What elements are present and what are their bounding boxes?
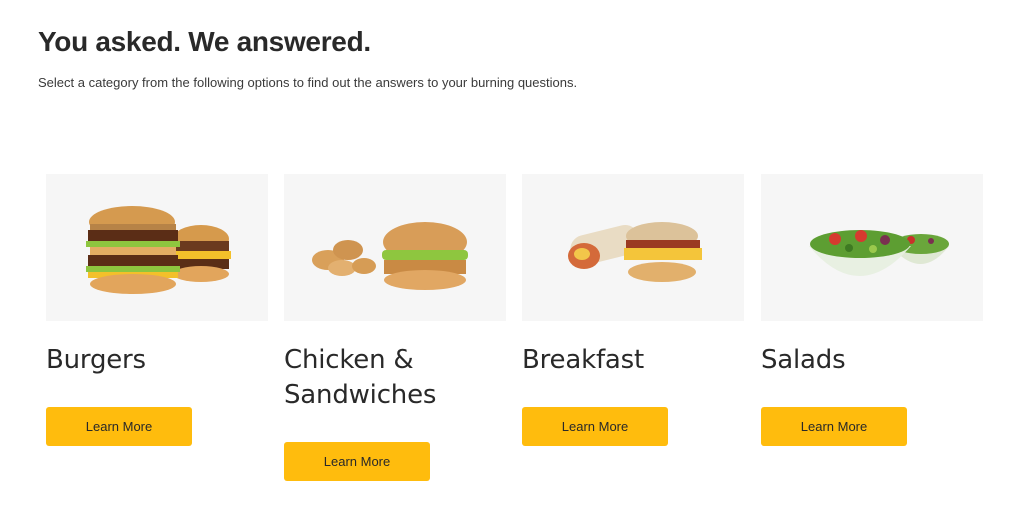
page-title: You asked. We answered. (38, 26, 371, 57)
category-card-breakfast: Breakfast Learn More (522, 174, 744, 446)
category-card-chicken-sandwiches: Chicken & Sandwiches Learn More (284, 174, 506, 481)
page-subtitle: Select a category from the following opt… (38, 75, 578, 90)
category-label-salads: Salads (761, 345, 846, 375)
category-label-burgers: Burgers (46, 345, 146, 375)
chicken-sandwich-image[interactable] (284, 174, 506, 321)
category-label-breakfast: Breakfast (522, 345, 644, 375)
burger-image[interactable] (46, 174, 268, 321)
category-card-burgers: Burgers Learn More (46, 174, 268, 446)
category-card-salads: Salads Learn More (761, 174, 983, 446)
learn-more-button-breakfast[interactable]: Learn More (522, 407, 668, 446)
learn-more-button-burgers[interactable]: Learn More (46, 407, 192, 446)
category-label-chicken-sandwiches: Chicken & Sandwiches (284, 345, 437, 410)
learn-more-button-salads[interactable]: Learn More (761, 407, 907, 446)
breakfast-image[interactable] (522, 174, 744, 321)
salad-image[interactable] (761, 174, 983, 321)
learn-more-button-chicken-sandwiches[interactable]: Learn More (284, 442, 430, 481)
